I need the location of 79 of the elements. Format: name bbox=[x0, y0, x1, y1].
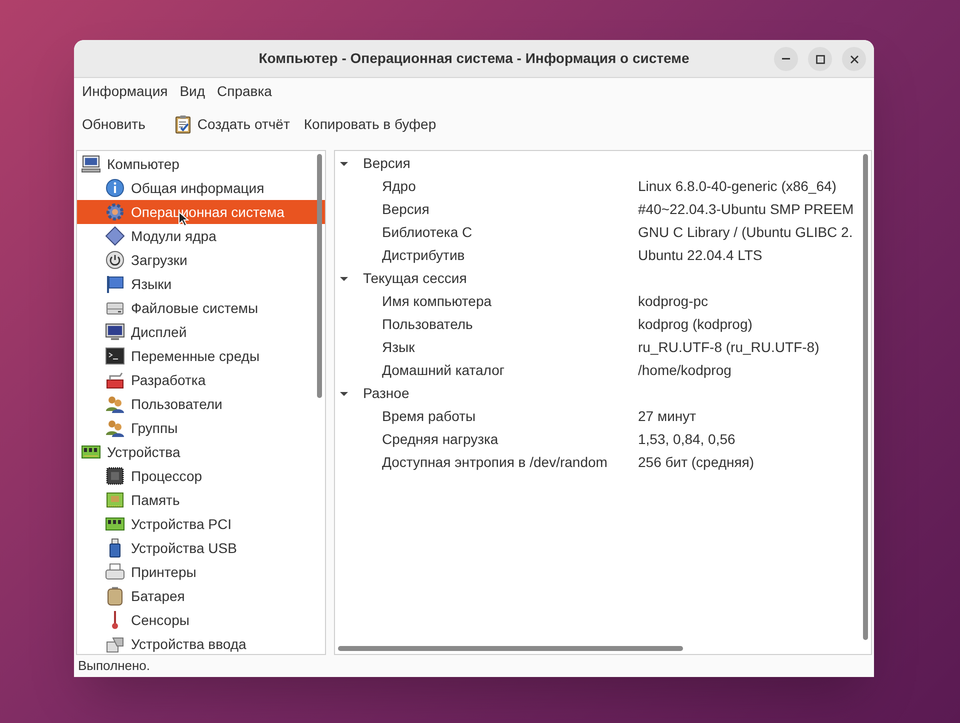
tree-item[interactable]: Пользователи bbox=[77, 392, 325, 416]
tree-item[interactable]: Устройства USB bbox=[77, 536, 325, 560]
tree-item[interactable]: Сенсоры bbox=[77, 608, 325, 632]
field-label: Дистрибутив bbox=[382, 246, 466, 265]
field-label: Библиотека C bbox=[382, 223, 474, 242]
info-icon bbox=[105, 178, 125, 198]
gear-icon bbox=[105, 202, 125, 222]
field-value: 256 бит (средняя) bbox=[638, 453, 754, 472]
clipboard-icon bbox=[173, 114, 194, 134]
toolbar-button[interactable]: Обновить bbox=[76, 108, 152, 140]
tree-item[interactable]: Процессор bbox=[77, 464, 325, 488]
field-value: Ubuntu 22.04.4 LTS bbox=[638, 246, 762, 265]
tree-item[interactable]: Принтеры bbox=[77, 560, 325, 584]
field-label: Пользователь bbox=[382, 315, 474, 334]
menu-item[interactable]: Справка bbox=[211, 78, 278, 104]
close-icon bbox=[850, 54, 858, 64]
tree-item[interactable]: Общая информация bbox=[77, 176, 325, 200]
tree-item[interactable]: Разработка bbox=[77, 368, 325, 392]
menu-item[interactable]: Вид bbox=[174, 78, 212, 104]
field-label: Время работы bbox=[382, 407, 477, 426]
tree-item[interactable]: Устройства PCI bbox=[77, 512, 325, 536]
tree-item[interactable]: Языки bbox=[77, 272, 325, 296]
field-value: kodprog (kodprog) bbox=[638, 315, 752, 334]
flag-icon bbox=[105, 274, 125, 294]
diamond-icon bbox=[105, 226, 125, 246]
scrollbar[interactable] bbox=[317, 154, 322, 398]
printer-icon bbox=[105, 562, 125, 582]
tree-item[interactable]: Группы bbox=[77, 416, 325, 440]
field-label: Доступная энтропия в /dev/random bbox=[382, 453, 608, 472]
toolbox-icon bbox=[105, 370, 125, 390]
window-title: Компьютер - Операционная система - Информация о системе bbox=[258, 49, 690, 68]
maximize-icon bbox=[816, 54, 824, 64]
toolbar-button[interactable]: Создать отчёт bbox=[167, 108, 296, 140]
section-header[interactable]: Версия bbox=[335, 152, 871, 175]
battery-icon bbox=[105, 586, 125, 606]
field-value: 27 минут bbox=[638, 407, 696, 426]
computer-icon bbox=[81, 154, 101, 174]
field-value: 1,53, 0,84, 0,56 bbox=[638, 430, 736, 449]
toolbar-button[interactable]: Копировать в буфер bbox=[298, 108, 442, 140]
close-button[interactable] bbox=[842, 47, 866, 71]
field-label: Имя компьютера bbox=[382, 292, 493, 311]
minimize-button[interactable] bbox=[774, 47, 798, 71]
field-label: Версия bbox=[382, 200, 430, 219]
field-value: /home/kodprog bbox=[638, 361, 732, 380]
field-value: GNU C Library / (Ubuntu GLIBC 2. bbox=[638, 223, 853, 242]
field-label: Домашний каталог bbox=[382, 361, 506, 380]
tree-item[interactable]: Компьютер bbox=[77, 152, 325, 176]
status-text: Выполнено. bbox=[78, 657, 150, 676]
maximize-button[interactable] bbox=[808, 47, 832, 71]
terminal-icon bbox=[105, 346, 125, 366]
field-value: Linux 6.8.0-40-generic (x86_64) bbox=[638, 177, 836, 196]
tree-item[interactable]: Загрузки bbox=[77, 248, 325, 272]
memory-module-icon bbox=[105, 490, 125, 510]
users-icon bbox=[105, 394, 125, 414]
field-value: kodprog-pc bbox=[638, 292, 708, 311]
tree-item[interactable]: Дисплей bbox=[77, 320, 325, 344]
field-value: #40~22.04.3-Ubuntu SMP PREEM bbox=[638, 200, 854, 219]
tree-item[interactable]: Модули ядра bbox=[77, 224, 325, 248]
field-value: ru_RU.UTF-8 (ru_RU.UTF-8) bbox=[638, 338, 820, 357]
section-header[interactable]: Текущая сессия bbox=[335, 267, 871, 290]
tree-item[interactable]: Батарея bbox=[77, 584, 325, 608]
field-label: Язык bbox=[382, 338, 416, 357]
scrollbar[interactable] bbox=[338, 646, 683, 651]
chip-icon bbox=[105, 466, 125, 486]
users-icon bbox=[105, 418, 125, 438]
section-header[interactable]: Разное bbox=[335, 382, 871, 405]
minimize-icon bbox=[782, 58, 790, 60]
tree-item[interactable]: Память bbox=[77, 488, 325, 512]
tree-item[interactable]: Устройства ввода bbox=[77, 632, 325, 654]
menu-item[interactable]: Информация bbox=[76, 78, 174, 104]
monitor-icon bbox=[105, 322, 125, 342]
tree-item[interactable]: Переменные среды bbox=[77, 344, 325, 368]
field-label: Средняя нагрузка bbox=[382, 430, 500, 449]
tree-item[interactable]: Файловые системы bbox=[77, 296, 325, 320]
scrollbar[interactable] bbox=[863, 154, 868, 640]
tree-item[interactable]: Операционная система bbox=[77, 200, 325, 224]
power-icon bbox=[105, 250, 125, 270]
field-label: Ядро bbox=[382, 177, 417, 196]
tree-item[interactable]: Устройства bbox=[77, 440, 325, 464]
